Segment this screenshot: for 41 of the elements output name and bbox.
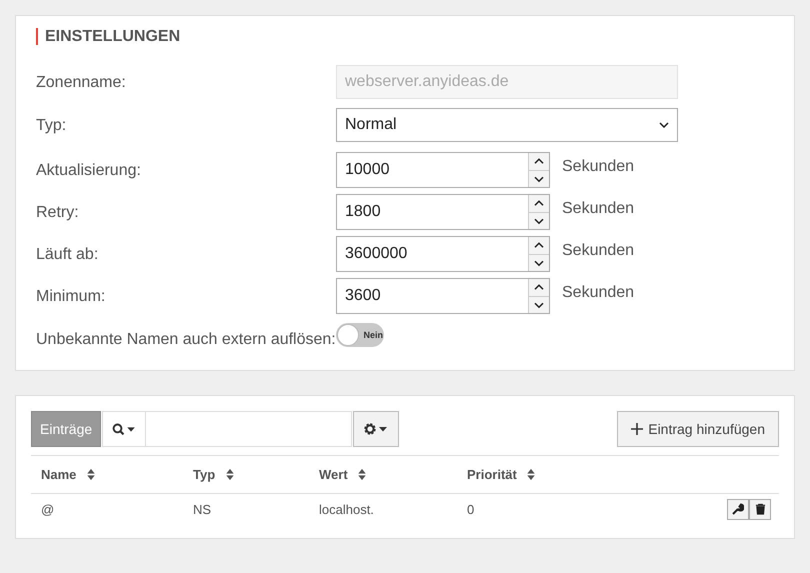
search-dropdown-button[interactable]	[102, 411, 146, 447]
toggle-switch[interactable]: Nein	[336, 323, 384, 347]
table-cell: NS	[183, 494, 309, 524]
table-cell: localhost.	[309, 494, 457, 524]
trash-icon	[754, 503, 766, 515]
sort-icon	[357, 468, 368, 481]
column-header[interactable]: Priorität	[457, 456, 648, 494]
number-field[interactable]: 10000	[336, 152, 550, 188]
sort-icon	[526, 468, 536, 481]
field-label: Typ:	[36, 116, 68, 134]
plus-icon	[631, 423, 644, 435]
add-entry-button[interactable]: Eintrag hinzufügen	[617, 411, 779, 447]
field-label: Minimum:	[36, 288, 106, 304]
number-field[interactable]: 1800	[336, 194, 550, 230]
section-title: EINSTELLUNGEN	[36, 28, 774, 45]
wrench-icon	[732, 503, 744, 515]
field-label: Zonenname:	[36, 74, 127, 90]
field-label: Aktualisierung:	[36, 162, 142, 178]
search-icon	[111, 422, 138, 436]
column-header[interactable]: Wert	[309, 456, 457, 494]
search-field[interactable]	[146, 411, 352, 447]
unit-label: Sekunden	[562, 200, 634, 218]
chevron-down-icon	[659, 122, 669, 128]
select-field[interactable]: Normal	[336, 108, 678, 142]
unit-label: Sekunden	[562, 242, 634, 260]
unit-label: Sekunden	[562, 284, 634, 302]
table-cell: @	[31, 494, 183, 524]
settings-dropdown-button[interactable]	[353, 411, 400, 447]
number-field[interactable]: 3600	[336, 278, 550, 314]
delete-button[interactable]	[749, 498, 771, 520]
number-field[interactable]: 3600000	[336, 236, 550, 272]
field-label: Läuft ab:	[36, 246, 100, 262]
unit-label: Sekunden	[562, 158, 634, 176]
field-label: Retry:	[36, 204, 80, 220]
edit-button[interactable]	[727, 498, 749, 520]
column-header[interactable]: Name	[31, 456, 183, 494]
sort-icon	[224, 468, 235, 481]
table-cell: 0	[457, 494, 648, 524]
column-header[interactable]: Typ	[183, 456, 309, 494]
field-label: Unbekannte Namen auch extern auflösen:	[36, 330, 336, 348]
sort-icon	[86, 468, 96, 481]
